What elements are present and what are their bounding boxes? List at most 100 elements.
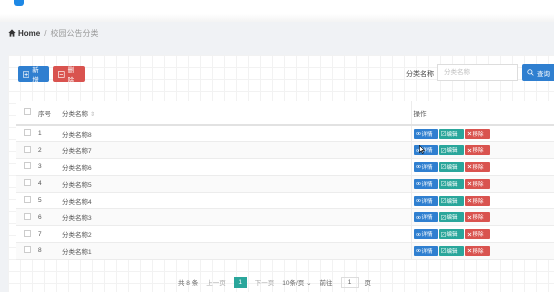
close-icon: [467, 181, 471, 186]
view-button[interactable]: 详情: [413, 212, 438, 223]
close-icon: [467, 215, 471, 220]
view-button[interactable]: 详情: [413, 178, 438, 189]
edit-button[interactable]: 编辑: [438, 245, 464, 256]
row-checkbox[interactable]: [24, 162, 31, 170]
row-no: 1: [38, 125, 62, 143]
close-icon: [467, 148, 471, 153]
page-size-select[interactable]: 10条/页 ⌄: [282, 277, 311, 287]
edit-button-label: 编辑: [446, 215, 458, 222]
goto-page-input[interactable]: 1: [340, 276, 359, 288]
table-header-row: 序号 分类名称 ⇕ 操作: [16, 101, 554, 126]
search-input[interactable]: [437, 64, 518, 81]
remove-button[interactable]: 移除: [464, 195, 490, 206]
table-row[interactable]: 8 分类名称1 详情 编辑 移除: [16, 242, 554, 260]
remove-button[interactable]: 移除: [464, 212, 490, 223]
row-name: 分类名称5: [62, 175, 412, 193]
delete-button-label: 删除: [67, 67, 75, 84]
view-button[interactable]: 详情: [413, 195, 438, 206]
view-button-label: 详情: [421, 215, 433, 222]
row-actions: 详情 编辑 移除: [411, 192, 554, 210]
minus-square-icon: [58, 70, 65, 78]
edit-button[interactable]: 编辑: [438, 212, 464, 223]
row-actions: 详情 编辑 移除: [411, 125, 554, 143]
remove-button[interactable]: 移除: [464, 245, 490, 256]
row-name: 分类名称3: [62, 208, 412, 227]
prev-page-button[interactable]: 上一页: [206, 277, 226, 287]
close-icon: [467, 198, 471, 203]
row-no: 4: [38, 175, 62, 193]
edit-button-label: 编辑: [446, 131, 458, 138]
edit-button[interactable]: 编辑: [438, 195, 464, 206]
breadcrumb-home[interactable]: Home: [18, 29, 40, 38]
table-row[interactable]: 7 分类名称2 详情 编辑 移除: [16, 225, 554, 244]
table-row[interactable]: 5 分类名称4 详情 编辑 移除: [16, 192, 554, 210]
row-checkbox[interactable]: [24, 212, 31, 220]
row-checkbox-cell: [16, 225, 38, 244]
remove-button-label: 移除: [472, 232, 484, 239]
remove-button[interactable]: 移除: [464, 145, 490, 156]
edit-button-label: 编辑: [446, 248, 458, 255]
row-checkbox[interactable]: [24, 179, 31, 187]
view-button-label: 详情: [421, 248, 433, 255]
breadcrumb-separator: /: [44, 28, 47, 38]
row-name: 分类名称4: [62, 192, 412, 210]
remove-button[interactable]: 移除: [464, 161, 490, 172]
mouse-cursor-icon: [419, 145, 425, 154]
edit-icon: [440, 131, 446, 137]
row-name: 分类名称6: [62, 158, 412, 176]
table-row[interactable]: 1 分类名称8 详情 编辑 移除: [16, 125, 554, 143]
delete-button[interactable]: 删除: [53, 66, 85, 84]
sort-icon[interactable]: ⇕: [90, 112, 95, 118]
header-name[interactable]: 分类名称 ⇕: [62, 101, 412, 126]
table-row[interactable]: 2 分类名称7 详情 编辑 移除: [16, 141, 554, 160]
search-button[interactable]: 查询: [522, 64, 554, 81]
edit-button-label: 编辑: [446, 164, 458, 171]
current-page-button[interactable]: 1: [233, 276, 247, 288]
table-row[interactable]: 6 分类名称3 详情 编辑 移除: [16, 208, 554, 227]
add-button[interactable]: 新增: [18, 66, 49, 84]
category-table: 序号 分类名称 ⇕ 操作 1 分类名称8 详情 编辑 移除 2 分类名称7 详情 编辑 移除 3 分类名…: [16, 101, 554, 260]
view-button[interactable]: 详情: [413, 128, 438, 139]
select-all-checkbox[interactable]: [24, 108, 31, 115]
edit-button[interactable]: 编辑: [438, 161, 464, 172]
page-size-value: 10条/页: [282, 280, 305, 287]
edit-icon: [440, 248, 446, 254]
row-checkbox[interactable]: [24, 196, 31, 204]
row-checkbox[interactable]: [24, 246, 31, 254]
remove-button[interactable]: 移除: [464, 128, 490, 139]
row-checkbox[interactable]: [24, 145, 31, 153]
row-checkbox[interactable]: [24, 229, 31, 237]
header-ops: 操作: [411, 101, 554, 126]
view-button[interactable]: 详情: [413, 229, 438, 240]
chevron-down-icon: ⌄: [306, 280, 312, 287]
table-row[interactable]: 4 分类名称5 详情 编辑 移除: [16, 175, 554, 193]
row-checkbox-cell: [16, 175, 38, 193]
view-button[interactable]: 详情: [413, 145, 438, 156]
eye-icon: [415, 198, 421, 203]
row-actions: 详情 编辑 移除: [411, 242, 554, 260]
row-name: 分类名称7: [62, 141, 412, 160]
edit-button[interactable]: 编辑: [438, 128, 464, 139]
header-name-label: 分类名称: [62, 110, 88, 118]
search-label: 分类名称: [406, 71, 434, 78]
active-tab-marker: [14, 0, 24, 6]
edit-button[interactable]: 编辑: [438, 178, 464, 189]
view-button[interactable]: 详情: [413, 245, 438, 256]
next-page-button[interactable]: 下一页: [255, 277, 275, 287]
edit-icon: [440, 164, 446, 170]
row-checkbox[interactable]: [24, 129, 31, 137]
row-actions: 详情 编辑 移除: [411, 225, 554, 244]
remove-button[interactable]: 移除: [464, 178, 490, 189]
row-no: 3: [38, 158, 62, 176]
view-button[interactable]: 详情: [413, 161, 438, 172]
view-button-label: 详情: [421, 198, 433, 205]
eye-icon: [415, 232, 421, 236]
table-row[interactable]: 3 分类名称6 详情 编辑 移除: [16, 158, 554, 176]
edit-button[interactable]: 编辑: [438, 145, 464, 156]
breadcrumb: Home / 校园公告分类: [8, 28, 98, 38]
edit-button[interactable]: 编辑: [438, 229, 464, 240]
row-name: 分类名称2: [62, 225, 412, 244]
edit-button-label: 编辑: [446, 198, 458, 205]
remove-button[interactable]: 移除: [464, 229, 490, 240]
goto-label: 前往: [319, 280, 333, 287]
